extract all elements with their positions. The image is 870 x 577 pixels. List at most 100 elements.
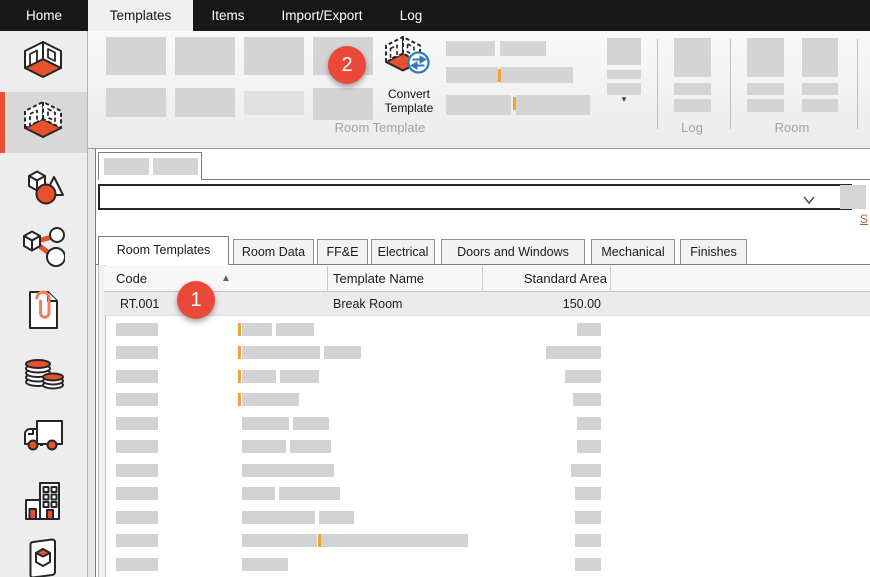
- ribbon-redacted-button[interactable]: [674, 99, 711, 112]
- table-row-redacted[interactable]: [104, 318, 870, 341]
- tab-electrical[interactable]: Electrical: [371, 239, 435, 265]
- table-row-redacted[interactable]: [104, 553, 870, 576]
- table-row-redacted[interactable]: [104, 365, 870, 388]
- redacted-name-cell: [321, 534, 468, 547]
- ribbon-redacted-button[interactable]: [802, 99, 838, 112]
- ribbon-redacted-button[interactable]: [500, 67, 573, 83]
- tab-ff-e[interactable]: FF&E: [317, 239, 368, 265]
- ribbon-redacted-button[interactable]: [244, 91, 304, 115]
- menubar-tab-import-export[interactable]: Import/Export: [263, 0, 381, 31]
- sidebar-item-buildings[interactable]: [0, 470, 87, 531]
- ribbon-group-label-room: Room: [757, 120, 827, 135]
- sidebar-item-catalog[interactable]: [0, 529, 87, 577]
- top-menubar: HomeTemplatesItemsImport/ExportLog: [0, 0, 870, 31]
- ribbon-redacted-button[interactable]: [106, 88, 166, 117]
- table-row-redacted[interactable]: [104, 506, 870, 529]
- redacted-code-cell: [116, 464, 158, 477]
- buildings-icon: [21, 478, 65, 522]
- ribbon-group-separator: [730, 39, 731, 129]
- ribbon-redacted-button[interactable]: [674, 38, 711, 77]
- redacted-code-cell: [116, 323, 158, 336]
- app-window: HomeTemplatesItemsImport/ExportLog: [0, 0, 870, 577]
- sidebar-item-cost-data[interactable]: [0, 341, 87, 402]
- redacted-area-cell: [575, 534, 601, 547]
- sidebar-item-relations[interactable]: [0, 218, 87, 279]
- ribbon-redacted-button[interactable]: [313, 88, 373, 120]
- tab-room-templates[interactable]: Room Templates: [98, 236, 229, 265]
- column-header-template-name[interactable]: Template Name: [333, 266, 424, 292]
- redaction-tick: [238, 393, 241, 406]
- menubar-tab-log[interactable]: Log: [381, 0, 441, 31]
- redaction-tick: [238, 346, 241, 359]
- tab-room-data[interactable]: Room Data: [233, 239, 314, 265]
- tab-doors-and-windows[interactable]: Doors and Windows: [441, 239, 585, 265]
- redacted-name-cell: [324, 346, 361, 359]
- ribbon-redacted-button[interactable]: [674, 83, 711, 95]
- ribbon-redacted-button[interactable]: [446, 95, 511, 115]
- column-header-code[interactable]: Code: [116, 266, 147, 292]
- redacted-area-cell: [575, 487, 601, 500]
- sidebar-item-logistics[interactable]: [0, 406, 87, 467]
- table-row-redacted[interactable]: [104, 388, 870, 411]
- divider: [610, 266, 611, 292]
- filter-combobox[interactable]: [98, 184, 852, 210]
- divider: [327, 266, 328, 292]
- sidebar-item-items[interactable]: [0, 156, 87, 217]
- partial-link-text[interactable]: S: [860, 212, 870, 228]
- table-row-redacted[interactable]: [104, 529, 870, 552]
- column-header-standard-area[interactable]: Standard Area: [482, 266, 607, 292]
- table-row-redacted[interactable]: [104, 482, 870, 505]
- redacted-area-cell: [577, 417, 601, 430]
- ribbon-redacted-button[interactable]: [500, 41, 546, 56]
- ribbon-redacted-button[interactable]: [175, 37, 235, 75]
- redacted-code-cell: [116, 393, 158, 406]
- redacted-area-cell: [577, 440, 601, 453]
- ribbon-redacted-button[interactable]: [607, 38, 641, 65]
- tab-finishes[interactable]: Finishes: [680, 239, 747, 265]
- document-tab[interactable]: [98, 152, 202, 180]
- redacted-name-cell: [242, 487, 275, 500]
- catalog-icon: [21, 537, 65, 577]
- redacted-area-cell: [575, 511, 601, 524]
- ribbon-redacted-button[interactable]: [747, 83, 784, 95]
- ribbon-redacted-button[interactable]: [244, 37, 304, 75]
- redacted-code-cell: [116, 440, 158, 453]
- ribbon-dropdown-arrow-icon[interactable]: ▾: [615, 94, 633, 105]
- redacted-code-cell: [116, 558, 158, 571]
- ribbon-redacted-button[interactable]: [516, 95, 590, 115]
- ribbon-redacted-button[interactable]: [747, 99, 784, 112]
- table-row-redacted[interactable]: [104, 412, 870, 435]
- ribbon-redacted-button[interactable]: [175, 88, 235, 117]
- ribbon-redacted-button[interactable]: [607, 70, 641, 79]
- redaction-tick: [238, 370, 241, 383]
- sidebar-item-room[interactable]: [0, 32, 87, 93]
- ribbon-redacted-button[interactable]: [446, 67, 498, 83]
- table-row-redacted[interactable]: [104, 435, 870, 458]
- ribbon-redacted-button[interactable]: [802, 83, 838, 95]
- annotation-badge-1: 1: [177, 281, 215, 319]
- convert-template-label-line1: Convert: [376, 88, 442, 102]
- redacted-area-cell: [573, 393, 601, 406]
- ribbon-redacted-button[interactable]: [106, 37, 166, 75]
- ribbon-redacted-button[interactable]: [802, 38, 838, 77]
- chevron-down-icon[interactable]: [802, 192, 816, 202]
- table-row-redacted[interactable]: [104, 459, 870, 482]
- table-row-selected[interactable]: RT.001 Break Room 150.00: [104, 292, 870, 316]
- sidebar-item-room-template[interactable]: [0, 92, 87, 153]
- redacted-name-cell: [280, 370, 319, 383]
- menubar-tab-items[interactable]: Items: [193, 0, 263, 31]
- convert-template-icon: [382, 68, 436, 85]
- redacted-code-cell: [116, 534, 158, 547]
- ribbon-redacted-button[interactable]: [607, 83, 641, 95]
- menubar-tab-home[interactable]: Home: [0, 0, 88, 31]
- ribbon-redacted-button[interactable]: [747, 38, 784, 77]
- tab-mechanical[interactable]: Mechanical: [591, 239, 675, 265]
- sidebar-item-attachments[interactable]: [0, 279, 87, 340]
- redacted-name-cell: [276, 323, 314, 336]
- redacted-button[interactable]: [840, 185, 866, 209]
- ribbon-redacted-button[interactable]: [446, 41, 495, 56]
- menubar-tab-templates[interactable]: Templates: [88, 0, 193, 31]
- table-row-redacted[interactable]: [104, 341, 870, 364]
- ribbon-group-label-room-template: Room Template: [310, 120, 450, 135]
- convert-template-button[interactable]: Convert Template: [376, 35, 442, 117]
